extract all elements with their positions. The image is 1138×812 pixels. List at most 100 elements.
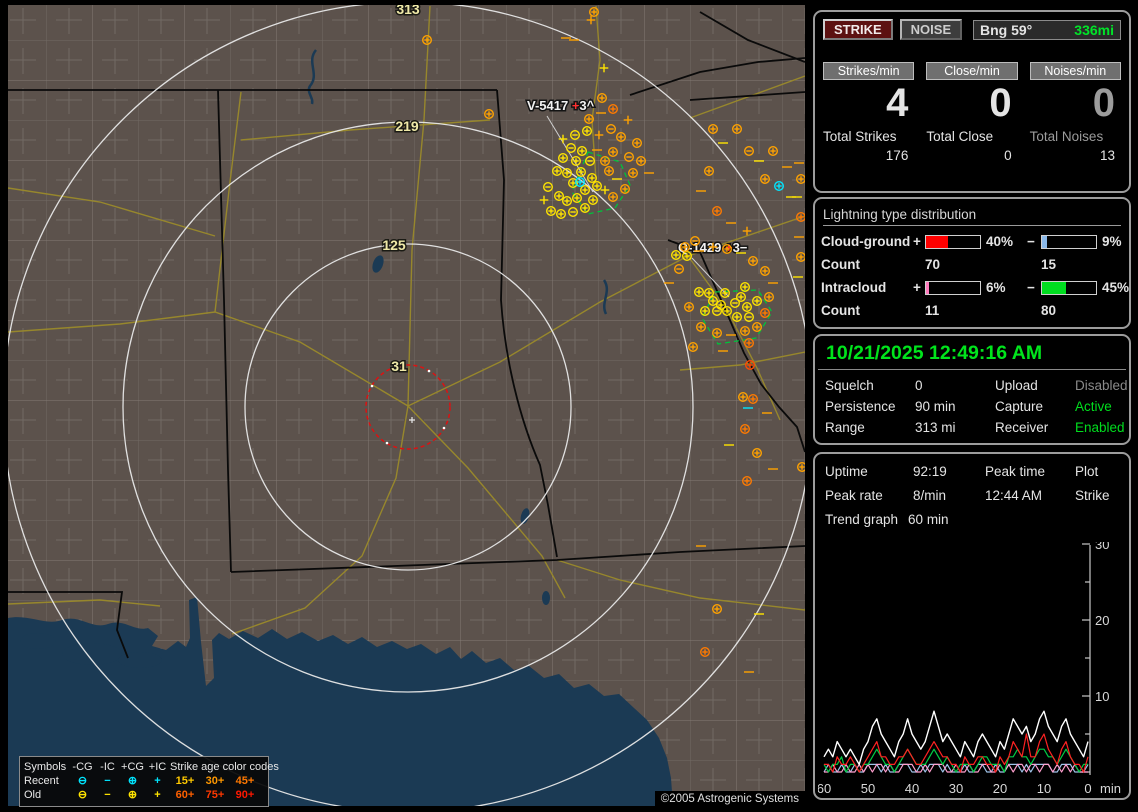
settings-grid: Squelch 0 Upload Disabled Persistence 90…	[815, 370, 1129, 435]
ic-negative-bar	[1041, 280, 1097, 295]
receiver-label: Receiver	[995, 420, 1049, 435]
persistence-value: 90 min	[915, 399, 956, 414]
strike-legend: Symbols -CG -IC +CG +IC Strike age color code…	[19, 756, 279, 807]
peak-time-label: Peak time	[985, 464, 1046, 479]
cloud-ground-row: Cloud-ground + 40% − 9%	[815, 234, 1129, 249]
uptime-value: 92:19	[913, 464, 947, 479]
sidebar: STRIKE NOISE Bng 59° 336mi Strikes/min 4…	[813, 0, 1138, 812]
capture-label: Capture	[995, 399, 1044, 414]
squelch-label: Squelch	[825, 378, 874, 393]
bearing-readout: Bng 59° 336mi	[973, 19, 1121, 40]
svg-text:10: 10	[1037, 781, 1051, 796]
cloud-ground-count-row: Count 70 15	[815, 257, 1129, 272]
total-strikes-label: Total Strikes	[823, 129, 897, 144]
neg-cg-symbol: ⊖	[77, 789, 88, 801]
noises-per-min-chip: Noises/min	[1029, 62, 1121, 80]
trend-graph: 10 20 30 60 50 40 30 20 10 0 min	[818, 542, 1121, 796]
svg-text:10: 10	[1095, 689, 1109, 704]
range-value: 313 mi	[915, 420, 956, 435]
neg-cg-symbol: ⊖	[77, 775, 88, 787]
pos-ic-symbol: +	[154, 789, 161, 801]
ring-label: 31	[391, 358, 407, 374]
strike-toggle-button[interactable]: STRIKE	[823, 19, 893, 40]
ic-positive-count: 11	[925, 303, 940, 318]
strikes-rate: 4	[886, 81, 909, 125]
neg-ic-symbol: −	[104, 775, 111, 787]
plot-label: Plot	[1075, 464, 1099, 479]
uptime-grid: Uptime 92:19 Peak time Plot Peak rate 8/…	[815, 454, 1129, 503]
cell-label: V-5417 +3^	[527, 98, 595, 113]
panel-stats: STRIKE NOISE Bng 59° 336mi Strikes/min 4…	[813, 10, 1131, 193]
trend-series--IC	[823, 748, 1088, 773]
cg-negative-bar	[1041, 234, 1097, 249]
total-close-label: Total Close	[926, 129, 994, 144]
cg-negative-count: 15	[1041, 257, 1057, 272]
strikes-per-min-chip: Strikes/min	[823, 62, 915, 80]
svg-text:60: 60	[818, 781, 831, 796]
panel-trend: Uptime 92:19 Peak time Plot Peak rate 8/…	[813, 452, 1131, 800]
plus-sign: +	[913, 280, 921, 295]
ic-positive-bar	[925, 280, 981, 295]
copyright: ©2005 Astrogenic Systems	[654, 791, 805, 807]
minus-sign: −	[1027, 280, 1035, 295]
ring-label: 313	[396, 5, 420, 17]
map-area[interactable]: 313 219 125 31 V-5417 +3^ Q-1429 +3− Symbols…	[8, 5, 805, 807]
ring-label: 125	[382, 237, 406, 253]
receiver-status: Enabled	[1075, 420, 1125, 435]
pos-cg-symbol: ⊕	[127, 775, 138, 787]
svg-text:30: 30	[1095, 542, 1109, 552]
cg-positive-pct: 40%	[986, 234, 1014, 249]
plus-sign: +	[913, 234, 921, 249]
trend-graph-label: Trend graph	[825, 512, 899, 527]
minus-sign: −	[1027, 234, 1035, 249]
lightning-map[interactable]: 31321912531 V-5417 +3^Q-1429 +3−	[8, 5, 805, 806]
ring-label: 219	[395, 118, 419, 134]
upload-label: Upload	[995, 378, 1038, 393]
peak-time-value: 12:44 AM	[985, 488, 1043, 503]
strikes-column: Strikes/min 4 Total Strikes 176	[823, 62, 915, 163]
uptime-label: Uptime	[825, 464, 868, 479]
ic-positive-pct: 6%	[986, 280, 1006, 295]
svg-text:0: 0	[1084, 781, 1091, 796]
svg-text:20: 20	[1095, 613, 1109, 628]
total-close-value: 0	[1004, 148, 1012, 163]
close-rate: 0	[989, 81, 1012, 125]
range-label: Range	[825, 420, 865, 435]
distance-value: 336mi	[1074, 21, 1114, 38]
plot-value: Strike	[1075, 488, 1110, 503]
bearing-value: Bng 59°	[980, 21, 1033, 38]
capture-status: Active	[1075, 399, 1112, 414]
svg-text:40: 40	[905, 781, 919, 796]
svg-text:20: 20	[993, 781, 1007, 796]
pos-cg-symbol: ⊕	[127, 789, 138, 801]
trend-window-value: 60 min	[908, 512, 949, 527]
svg-text:30: 30	[949, 781, 963, 796]
noises-column: Noises/min 0 Total Noises 13	[1029, 62, 1121, 163]
ic-negative-count: 80	[1041, 303, 1057, 318]
intracloud-count-row: Count 11 80	[815, 303, 1129, 318]
upload-status: Disabled	[1075, 378, 1128, 393]
neg-ic-symbol: −	[104, 789, 111, 801]
cloud-ground-label: Cloud-ground	[821, 234, 911, 249]
peak-rate-label: Peak rate	[825, 488, 883, 503]
datetime-display: 10/21/2025 12:49:16 AM	[818, 336, 1126, 370]
persistence-label: Persistence	[825, 399, 896, 414]
peak-rate-value: 8/min	[913, 488, 947, 503]
ic-negative-pct: 45%	[1102, 280, 1130, 295]
noise-toggle-button[interactable]: NOISE	[899, 19, 963, 40]
intracloud-label: Intracloud	[821, 280, 887, 295]
distribution-title: Lightning type distribution	[823, 207, 1121, 226]
close-per-min-chip: Close/min	[926, 62, 1018, 80]
cg-negative-pct: 9%	[1102, 234, 1122, 249]
count-label: Count	[821, 257, 860, 272]
count-label: Count	[821, 303, 860, 318]
cg-positive-count: 70	[925, 257, 941, 272]
pos-ic-symbol: +	[154, 775, 161, 787]
cg-positive-bar	[925, 234, 981, 249]
trend-series-+CG	[824, 733, 1089, 773]
intracloud-row: Intracloud + 6% − 45%	[815, 280, 1129, 295]
total-strikes-value: 176	[885, 148, 909, 163]
panel-clock: 10/21/2025 12:49:16 AM Squelch 0 Upload …	[813, 334, 1131, 445]
close-column: Close/min 0 Total Close 0	[926, 62, 1018, 163]
panel-distribution: Lightning type distribution Cloud-ground…	[813, 197, 1131, 329]
